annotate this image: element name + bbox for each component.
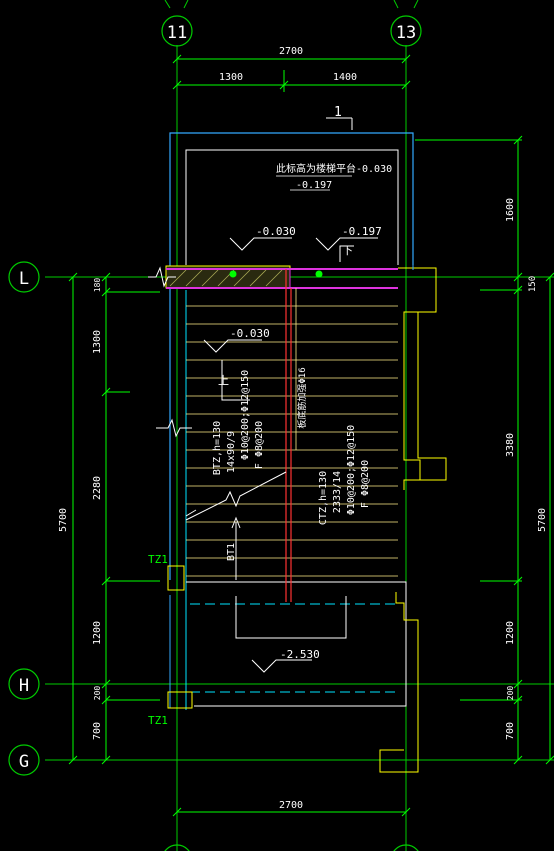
- dim-left-seg5: 200: [93, 686, 102, 701]
- axis-label-13: 13: [396, 23, 416, 43]
- axis-bubble-g: G: [8, 744, 40, 776]
- axis-bubble-13: 13: [390, 0, 422, 47]
- level-text-bottom: -2.530: [280, 648, 320, 661]
- stair-stringer: [285, 269, 297, 602]
- axis-bubble-11: 11: [161, 0, 193, 47]
- left-dimension-chain: [68, 272, 160, 765]
- axis-label-h: H: [19, 676, 29, 696]
- top-level-note: 此标高为楼梯平台-0.030: [276, 162, 392, 175]
- dim-left-total: 5700: [58, 508, 69, 532]
- dim-left-seg1: 180: [93, 278, 102, 293]
- btz-line3: Φ10@200;Φ12@150: [240, 370, 251, 460]
- dim-bottom-total: 2700: [279, 800, 303, 811]
- bottom-inner-box: [235, 596, 347, 639]
- dim-left-seg2: 1300: [92, 330, 103, 354]
- dim-top-total: 2700: [279, 46, 303, 57]
- ctz-line1: CTZ,h=130: [318, 471, 329, 525]
- level-text-a: -0.030: [256, 225, 296, 238]
- bt1-label: BT1: [226, 543, 237, 561]
- top-dimension-chain: [172, 54, 411, 92]
- dim-left-seg3: 2280: [92, 476, 103, 500]
- section-mark: 1: [326, 105, 353, 130]
- dim-top-right: 1400: [333, 72, 357, 83]
- axis-bubble-h: H: [8, 668, 40, 700]
- rebar-note: 板底筋加强Φ16: [296, 367, 308, 428]
- btz-line1: BTZ,h=130: [212, 421, 223, 475]
- ctz-line2: 2333/14: [332, 471, 343, 513]
- level-text-c: -0.030: [230, 327, 270, 340]
- level-marker-bottom: [251, 659, 312, 673]
- level-point-b: [315, 270, 323, 278]
- ctz-line3: Φ10@200;Φ12@150: [346, 425, 357, 515]
- dim-right-seg1: 1600: [505, 198, 516, 222]
- level-point-a: [229, 270, 237, 278]
- up-label: 上: [218, 374, 229, 387]
- dim-right-seg2: 150: [528, 276, 538, 292]
- dim-right-seg3: 3380: [505, 433, 516, 457]
- top-level-note-2: -0.197: [296, 180, 332, 191]
- right-column-strip: [398, 267, 447, 490]
- dim-left-seg4: 1200: [92, 621, 103, 645]
- landing-right-wall: [379, 592, 419, 773]
- landing-wall: [186, 581, 407, 707]
- axis-bubble-l: L: [8, 261, 40, 293]
- stair-plan-drawing: 11 13 L H G 2700 1300 1400 2700 5700 180…: [8, 0, 554, 851]
- down-label: 下: [342, 244, 353, 257]
- tz1-label-upper: TZ1: [148, 553, 168, 566]
- dim-right-seg4: 1200: [505, 621, 516, 645]
- section-mark-label: 1: [334, 105, 342, 120]
- dim-right-total: 5700: [537, 508, 548, 532]
- right-dimension-chain: [415, 135, 554, 765]
- tz1-label-lower: TZ1: [148, 714, 168, 727]
- ctz-line4: F Φ8@200: [360, 460, 371, 508]
- dim-top-left: 1300: [219, 72, 243, 83]
- tz1-column-lower: [167, 691, 193, 709]
- axis-label-g: G: [19, 752, 29, 772]
- btz-line2: 14x90/9: [226, 431, 237, 473]
- dim-right-seg6: 700: [505, 722, 516, 740]
- level-text-b: -0.197: [342, 225, 382, 238]
- axis-label-l: L: [19, 269, 29, 289]
- dim-left-seg6: 700: [92, 722, 103, 740]
- level-marker-a: [229, 237, 292, 251]
- btz-line4: F Φ8@200: [254, 421, 265, 469]
- flight-break: [185, 471, 287, 521]
- axis-label-11: 11: [167, 23, 187, 43]
- dim-right-seg5: 200: [506, 686, 515, 701]
- axis-bubbles-bottom: [164, 844, 419, 851]
